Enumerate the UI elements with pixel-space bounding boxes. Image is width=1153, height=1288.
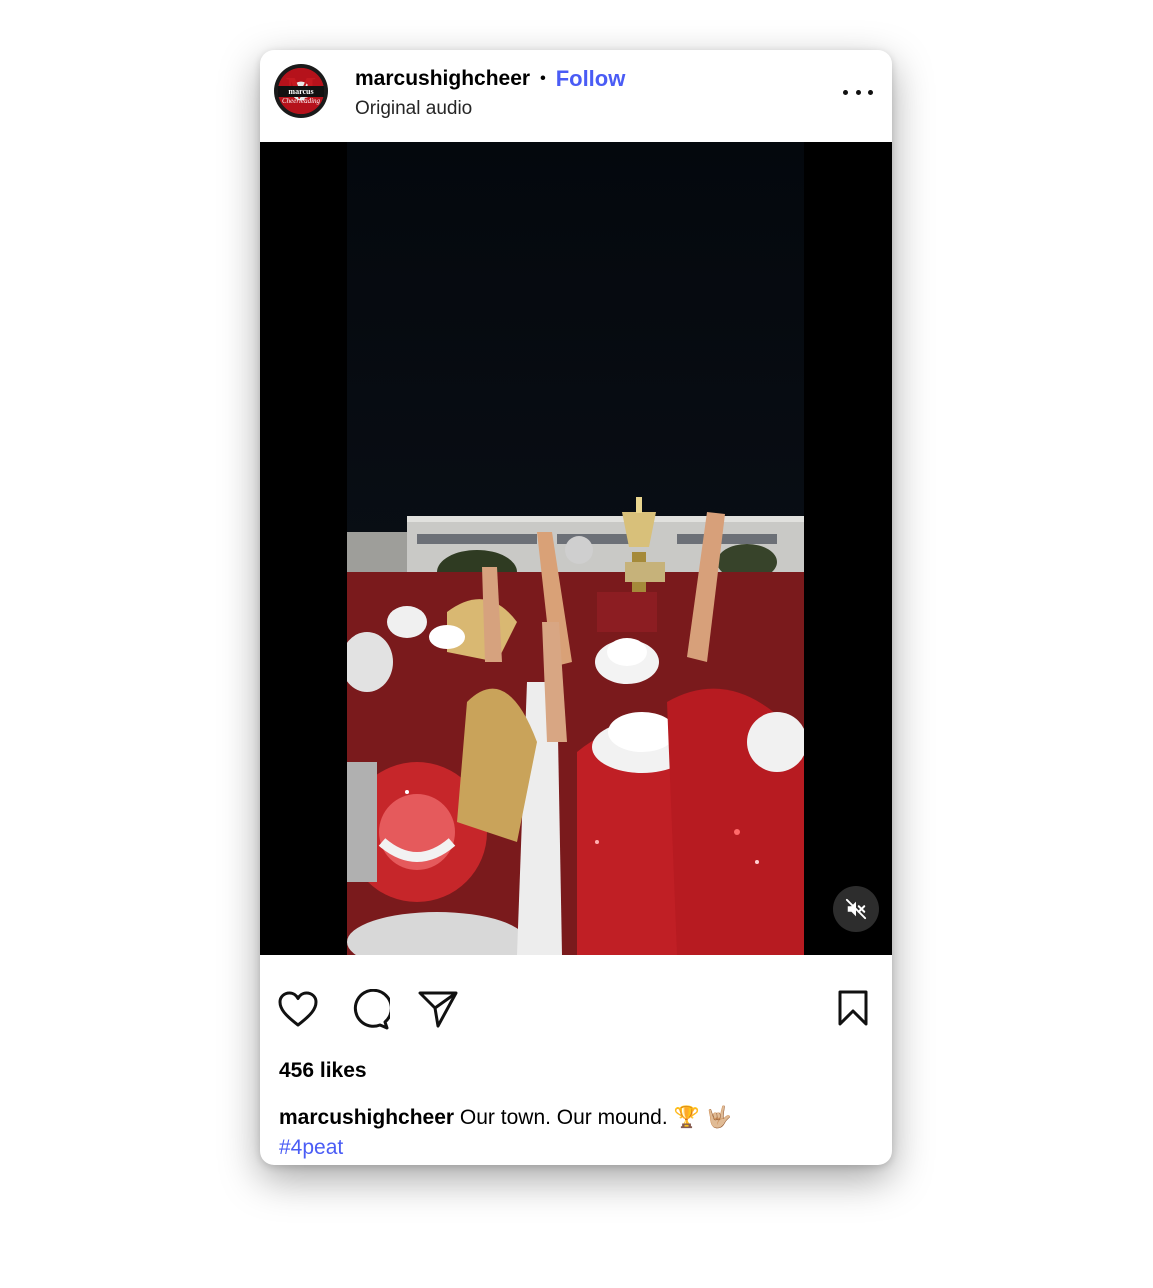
action-bar — [260, 955, 892, 1030]
post-card: M marcus Cheerleading marcushighcheer • … — [260, 50, 892, 1165]
follow-button[interactable]: Follow — [556, 66, 626, 92]
username-link[interactable]: marcushighcheer — [355, 67, 530, 91]
more-options-icon[interactable] — [843, 86, 873, 98]
comment-icon[interactable] — [348, 989, 390, 1031]
likes-count[interactable]: 456 likes — [279, 1059, 367, 1083]
hashtag-link[interactable]: #4peat — [279, 1136, 343, 1159]
avatar-logo-script: Cheerleading — [281, 97, 321, 105]
audio-label[interactable]: Original audio — [355, 98, 472, 120]
avatar-logo-band: marcus — [278, 86, 324, 97]
post-caption: marcushighcheer Our town. Our mound. 🏆 🤟… — [279, 1103, 879, 1163]
video-player[interactable] — [260, 142, 892, 955]
bookmark-icon[interactable] — [836, 989, 870, 1027]
muted-speaker-icon — [845, 898, 867, 920]
username-row: marcushighcheer • Follow — [355, 65, 625, 93]
mute-toggle[interactable] — [833, 886, 879, 932]
send-icon[interactable] — [417, 989, 459, 1029]
heart-icon[interactable] — [277, 990, 319, 1028]
post-header: M marcus Cheerleading marcushighcheer • … — [260, 50, 892, 142]
caption-emojis: 🏆 🤟🏼 — [673, 1106, 732, 1129]
caption-username[interactable]: marcushighcheer — [279, 1106, 454, 1129]
video-frame-image — [347, 142, 804, 955]
caption-text: Our town. Our mound. — [459, 1106, 668, 1129]
separator-dot: • — [540, 70, 546, 87]
video-frame[interactable] — [347, 142, 804, 955]
avatar[interactable]: M marcus Cheerleading — [274, 64, 328, 118]
